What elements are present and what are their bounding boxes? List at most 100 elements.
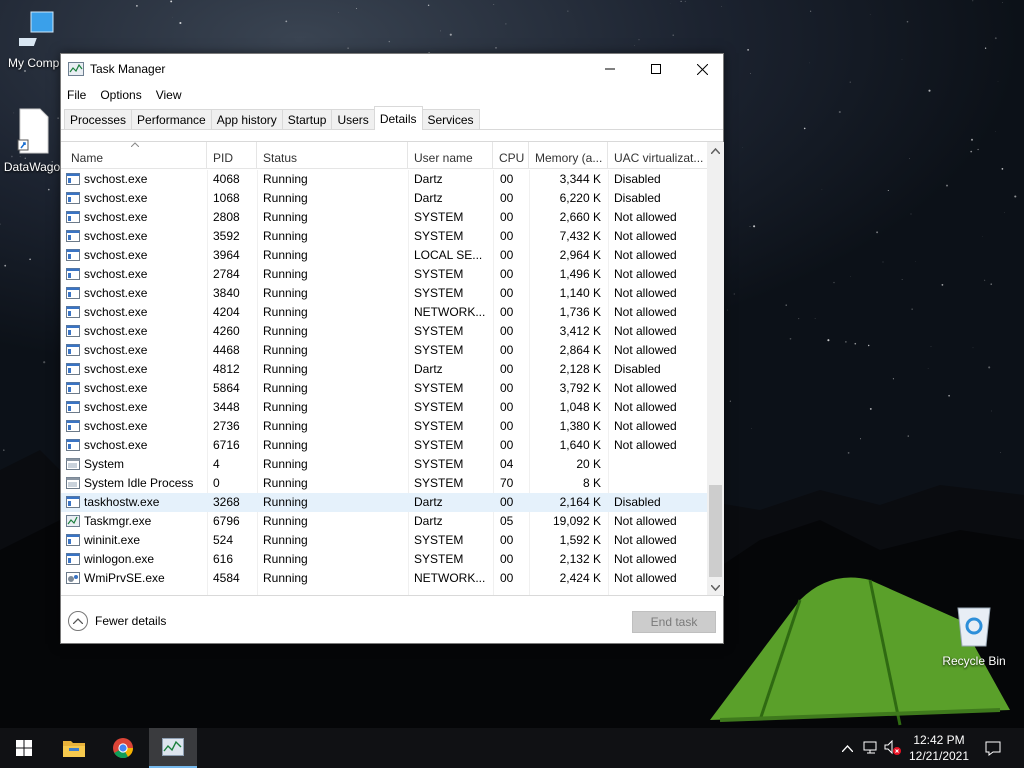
cell-status: Running bbox=[263, 419, 308, 433]
service-icon bbox=[66, 496, 80, 508]
table-row[interactable]: svchost.exe 2784 Running SYSTEM 00 1,496 K Not… bbox=[61, 265, 707, 284]
cell-name: svchost.exe bbox=[84, 267, 148, 281]
cell-user-name: SYSTEM bbox=[414, 381, 464, 395]
cell-status: Running bbox=[263, 438, 308, 452]
cell-cpu: 00 bbox=[500, 229, 514, 243]
cell-user-name: SYSTEM bbox=[414, 324, 464, 338]
table-row[interactable]: svchost.exe 4812 Running Dartz 00 2,128 K Disa… bbox=[61, 360, 707, 379]
cell-name: svchost.exe bbox=[84, 305, 148, 319]
table-row[interactable]: svchost.exe 6716 Running SYSTEM 00 1,640 K Not… bbox=[61, 436, 707, 455]
table-row[interactable]: System Idle Process 0 Running SYSTEM 70 8 K bbox=[61, 474, 707, 493]
table-row[interactable]: svchost.exe 1068 Running Dartz 00 6,220 K Disa… bbox=[61, 189, 707, 208]
cell-uac: Disabled bbox=[614, 362, 661, 376]
taskbar-file-explorer[interactable] bbox=[50, 728, 98, 768]
recycle-bin-icon bbox=[957, 607, 991, 647]
service-icon bbox=[66, 439, 80, 451]
column-header-memory[interactable]: Memory (a... bbox=[529, 142, 608, 169]
cell-uac: Not allowed bbox=[614, 210, 677, 224]
scrollbar-thumb[interactable] bbox=[709, 485, 722, 577]
action-center-button[interactable] bbox=[978, 728, 1008, 768]
cell-user-name: SYSTEM bbox=[414, 343, 464, 357]
scroll-up-button[interactable] bbox=[707, 142, 724, 159]
table-row[interactable]: svchost.exe 4204 Running NETWORK... 00 1,736 … bbox=[61, 303, 707, 322]
desktop-icon-recycle-bin[interactable]: Recycle Bin bbox=[936, 604, 1012, 668]
cell-uac: Not allowed bbox=[614, 438, 677, 452]
table-row[interactable]: svchost.exe 3592 Running SYSTEM 00 7,432 K Not… bbox=[61, 227, 707, 246]
fewer-details-button[interactable]: Fewer details bbox=[68, 611, 166, 631]
network-tray-button[interactable] bbox=[860, 728, 882, 768]
cell-pid: 3964 bbox=[213, 248, 240, 262]
table-row[interactable]: WmiPrvSE.exe 4584 Running NETWORK... 00 2,424… bbox=[61, 569, 707, 588]
tab-services[interactable]: Services bbox=[421, 109, 480, 129]
service-icon bbox=[66, 363, 80, 375]
table-row[interactable]: wininit.exe 524 Running SYSTEM 00 1,592 K Not … bbox=[61, 531, 707, 550]
close-button[interactable] bbox=[679, 54, 725, 84]
taskbar-task-manager[interactable] bbox=[149, 728, 197, 768]
taskbar-clock[interactable]: 12:42 PM 12/21/2021 bbox=[904, 732, 974, 764]
maximize-button[interactable] bbox=[633, 54, 679, 84]
table-row[interactable]: taskhostw.exe 3268 Running Dartz 00 2,164 K Di… bbox=[61, 493, 707, 512]
column-header-cpu[interactable]: CPU bbox=[493, 142, 529, 169]
cell-uac: Not allowed bbox=[614, 552, 677, 566]
cell-status: Running bbox=[263, 457, 308, 471]
vertical-scrollbar[interactable] bbox=[707, 142, 724, 596]
table-row[interactable]: svchost.exe 4260 Running SYSTEM 00 3,412 K Not… bbox=[61, 322, 707, 341]
taskbar-chrome[interactable] bbox=[99, 728, 147, 768]
tab-performance[interactable]: Performance bbox=[131, 109, 212, 129]
table-row[interactable]: svchost.exe 5864 Running SYSTEM 00 3,792 K Not… bbox=[61, 379, 707, 398]
minimize-button[interactable] bbox=[587, 54, 633, 84]
cell-cpu: 00 bbox=[500, 362, 514, 376]
column-header-pid[interactable]: PID bbox=[207, 142, 257, 169]
cell-status: Running bbox=[263, 229, 308, 243]
cell-pid: 4 bbox=[213, 457, 220, 471]
cell-name: System Idle Process bbox=[84, 476, 194, 490]
table-row[interactable]: winlogon.exe 616 Running SYSTEM 00 2,132 K Not… bbox=[61, 550, 707, 569]
cell-status: Running bbox=[263, 305, 308, 319]
cell-status: Running bbox=[263, 172, 308, 186]
column-header-name[interactable]: Name bbox=[61, 142, 207, 169]
table-row[interactable]: svchost.exe 2736 Running SYSTEM 00 1,380 K Not… bbox=[61, 417, 707, 436]
cell-name: svchost.exe bbox=[84, 419, 148, 433]
column-header-uac[interactable]: UAC virtualizat... bbox=[608, 142, 707, 169]
cell-memory: 2,424 K bbox=[559, 571, 601, 585]
show-hidden-icons-button[interactable] bbox=[838, 728, 856, 768]
cell-name: svchost.exe bbox=[84, 172, 148, 186]
menu-file[interactable]: File bbox=[67, 88, 86, 102]
tab-users[interactable]: Users bbox=[331, 109, 375, 129]
computer-icon bbox=[9, 11, 54, 46]
details-grid: Name PID Status User name CPU Memory (a.… bbox=[61, 141, 724, 596]
start-button[interactable] bbox=[0, 728, 48, 768]
column-header-status[interactable]: Status bbox=[257, 142, 408, 169]
close-icon bbox=[696, 63, 708, 75]
cell-memory: 2,164 K bbox=[559, 495, 601, 509]
cell-memory: 1,592 K bbox=[559, 533, 601, 547]
column-header-user-name[interactable]: User name bbox=[408, 142, 493, 169]
table-row[interactable]: svchost.exe 4468 Running SYSTEM 00 2,864 K Not… bbox=[61, 341, 707, 360]
menu-options[interactable]: Options bbox=[100, 88, 141, 102]
tab-details[interactable]: Details bbox=[373, 106, 423, 130]
menu-view[interactable]: View bbox=[156, 88, 182, 102]
end-task-button[interactable]: End task bbox=[632, 611, 716, 633]
scroll-down-button[interactable] bbox=[707, 579, 724, 596]
start-icon bbox=[16, 740, 32, 756]
cell-uac bbox=[614, 474, 706, 493]
table-row[interactable]: svchost.exe 3840 Running SYSTEM 00 1,140 K Not… bbox=[61, 284, 707, 303]
table-row[interactable]: Taskmgr.exe 6796 Running Dartz 05 19,092 K Not… bbox=[61, 512, 707, 531]
cell-pid: 0 bbox=[213, 476, 220, 490]
tab-startup[interactable]: Startup bbox=[281, 109, 333, 129]
cell-uac: Not allowed bbox=[614, 533, 677, 547]
table-row[interactable]: svchost.exe 4068 Running Dartz 00 3,344 K Disa… bbox=[61, 170, 707, 189]
table-row[interactable]: svchost.exe 3448 Running SYSTEM 00 1,048 K Not… bbox=[61, 398, 707, 417]
cell-status: Running bbox=[263, 495, 308, 509]
title-bar[interactable]: Task Manager bbox=[61, 54, 723, 84]
cell-status: Running bbox=[263, 476, 308, 490]
table-row[interactable]: svchost.exe 3964 Running LOCAL SE... 00 2,964… bbox=[61, 246, 707, 265]
table-row[interactable]: System 4 Running SYSTEM 04 20 K bbox=[61, 455, 707, 474]
volume-tray-button[interactable] bbox=[882, 728, 904, 768]
table-row[interactable]: svchost.exe 2808 Running SYSTEM 00 2,660 K Not… bbox=[61, 208, 707, 227]
cell-pid: 3448 bbox=[213, 400, 240, 414]
tab-processes[interactable]: Processes bbox=[64, 109, 133, 129]
cell-name: WmiPrvSE.exe bbox=[84, 571, 165, 585]
chevron-down-icon bbox=[711, 584, 720, 591]
tab-app-history[interactable]: App history bbox=[210, 109, 283, 129]
